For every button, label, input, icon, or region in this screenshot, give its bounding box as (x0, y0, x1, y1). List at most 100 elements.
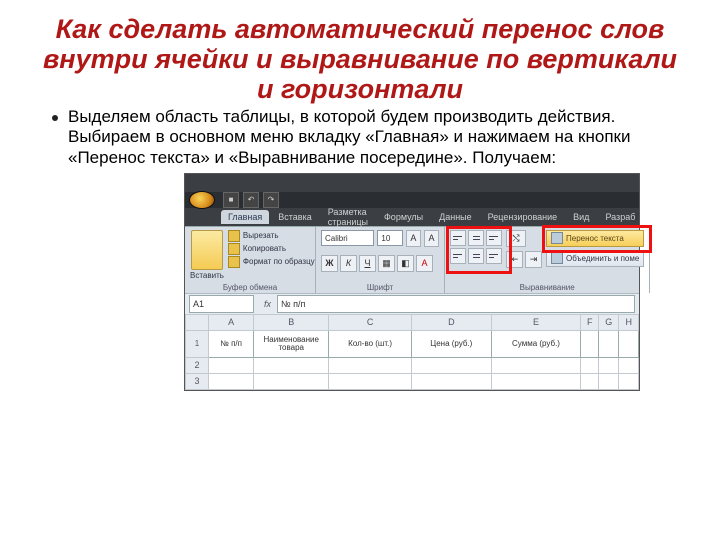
group-clipboard-label: Буфер обмена (190, 281, 310, 292)
cell[interactable] (619, 357, 639, 373)
cell[interactable] (581, 357, 599, 373)
tab-view[interactable]: Вид (566, 210, 596, 224)
cell[interactable] (619, 330, 639, 357)
fx-icon[interactable]: fx (264, 299, 271, 309)
tab-home[interactable]: Главная (221, 210, 269, 224)
cell[interactable] (329, 373, 412, 389)
scissors-icon (228, 230, 240, 242)
format-painter-button[interactable]: Формат по образцу (228, 256, 315, 268)
undo-icon[interactable]: ↶ (243, 192, 259, 208)
cell[interactable] (329, 357, 412, 373)
cell[interactable] (581, 373, 599, 389)
cell[interactable] (411, 357, 491, 373)
font-size-combo[interactable]: 10 (377, 230, 402, 246)
row-3-header[interactable]: 3 (186, 373, 209, 389)
col-C[interactable]: C (329, 314, 412, 330)
copy-button[interactable]: Копировать (228, 243, 315, 255)
formula-input[interactable]: № п/п (277, 295, 635, 313)
row-1-header[interactable]: 1 (186, 330, 209, 357)
quick-access-toolbar: ■ ↶ ↷ (185, 192, 639, 208)
table-row: 2 (186, 357, 639, 373)
align-middle-button[interactable] (468, 230, 484, 246)
tab-formulas[interactable]: Формулы (377, 210, 430, 224)
merge-icon (551, 252, 563, 264)
cell[interactable] (581, 330, 599, 357)
col-A[interactable]: A (209, 314, 254, 330)
slide-title: Как сделать автоматический перенос слов … (36, 14, 684, 105)
cell[interactable] (491, 357, 581, 373)
col-G[interactable]: G (599, 314, 619, 330)
fill-color-button[interactable]: ◧ (397, 255, 414, 272)
grow-font-icon[interactable]: A (406, 230, 421, 247)
cell[interactable] (254, 373, 329, 389)
align-top-button[interactable] (450, 230, 466, 246)
row-2-header[interactable]: 2 (186, 357, 209, 373)
increase-indent-button[interactable]: ⇥ (525, 251, 542, 268)
tab-data[interactable]: Данные (432, 210, 479, 224)
cell[interactable]: Сумма (руб.) (491, 330, 581, 357)
cell[interactable] (619, 373, 639, 389)
col-B[interactable]: B (254, 314, 329, 330)
cut-button[interactable]: Вырезать (228, 230, 315, 242)
cell[interactable] (254, 357, 329, 373)
tab-insert[interactable]: Вставка (271, 210, 318, 224)
tab-review[interactable]: Рецензирование (481, 210, 565, 224)
save-icon[interactable]: ■ (223, 192, 239, 208)
cell[interactable] (209, 357, 254, 373)
slide-body: Выделяем область таблицы, в которой буде… (52, 107, 684, 169)
font-color-button[interactable]: A (416, 255, 433, 272)
wrap-text-button[interactable]: Перенос текста (546, 230, 644, 247)
alignment-buttons (450, 230, 502, 264)
body-text: Выделяем область таблицы, в которой буде… (68, 107, 684, 169)
shrink-font-icon[interactable]: A (424, 230, 439, 247)
cell[interactable]: Цена (руб.) (411, 330, 491, 357)
wrap-text-icon (551, 232, 563, 244)
bullet-dot (52, 115, 58, 121)
name-box[interactable]: A1 (189, 295, 254, 313)
decrease-indent-button[interactable]: ⇤ (506, 251, 523, 268)
align-left-button[interactable] (450, 248, 466, 264)
window-titlebar (185, 174, 639, 192)
cell[interactable] (411, 373, 491, 389)
align-bottom-button[interactable] (486, 230, 502, 246)
cell[interactable]: Наименование товара (254, 330, 329, 357)
column-headers: A B C D E F G H (186, 314, 639, 330)
cell[interactable] (599, 330, 619, 357)
merge-center-button[interactable]: Объединить и поме (546, 250, 644, 267)
col-E[interactable]: E (491, 314, 581, 330)
cell[interactable] (599, 373, 619, 389)
ribbon-tabs: Главная Вставка Разметка страницы Формул… (185, 208, 639, 226)
cell[interactable] (209, 373, 254, 389)
italic-button[interactable]: К (340, 255, 357, 272)
table-row: 1 № п/п Наименование товара Кол-во (шт.)… (186, 330, 639, 357)
copy-icon (228, 243, 240, 255)
col-F[interactable]: F (581, 314, 599, 330)
cell[interactable] (491, 373, 581, 389)
tab-page-layout[interactable]: Разметка страницы (321, 205, 375, 229)
formula-bar: A1 fx № п/п (185, 293, 639, 314)
underline-button[interactable]: Ч (359, 255, 376, 272)
group-clipboard: Вставить Вырезать Копировать Формат по о… (185, 227, 316, 293)
tab-developer[interactable]: Разраб (598, 210, 642, 224)
paste-button[interactable] (191, 230, 223, 270)
align-center-button[interactable] (468, 248, 484, 264)
cell[interactable]: Кол-во (шт.) (329, 330, 412, 357)
col-H[interactable]: H (619, 314, 639, 330)
group-alignment: ⤭ ⇤ ⇥ Перенос текста Объеди (445, 227, 650, 293)
bold-button[interactable]: Ж (321, 255, 338, 272)
paste-label: Вставить (190, 271, 224, 280)
align-right-button[interactable] (486, 248, 502, 264)
brush-icon (228, 256, 240, 268)
orientation-button[interactable]: ⤭ (506, 230, 526, 247)
border-button[interactable]: ▦ (378, 255, 395, 272)
group-alignment-label: Выравнивание (450, 281, 644, 292)
office-orb-icon[interactable] (189, 191, 215, 209)
cell[interactable]: № п/п (209, 330, 254, 357)
select-all-corner[interactable] (186, 314, 209, 330)
group-font: Calibri 10 A A Ж К Ч ▦ ◧ A Шрифт (316, 227, 445, 293)
font-name-combo[interactable]: Calibri (321, 230, 374, 246)
cell[interactable] (599, 357, 619, 373)
redo-icon[interactable]: ↷ (263, 192, 279, 208)
col-D[interactable]: D (411, 314, 491, 330)
excel-screenshot: ■ ↶ ↷ Главная Вставка Разметка страницы … (184, 173, 640, 391)
